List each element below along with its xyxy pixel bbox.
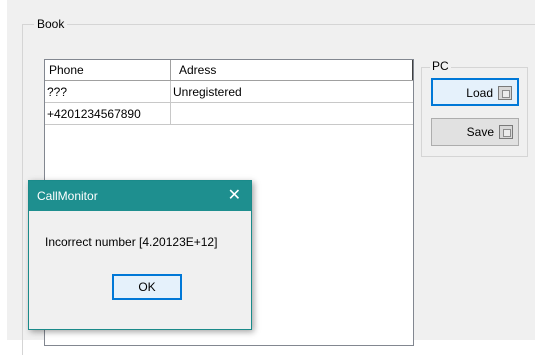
cell-phone: +4201234567890 [45,103,171,125]
load-button-label: Load [466,86,493,100]
ok-button[interactable]: OK [112,274,182,300]
dialog-title: CallMonitor [37,189,98,203]
column-header-phone[interactable]: Phone [45,60,171,80]
cell-phone: ??? [45,81,171,103]
table-row[interactable]: +4201234567890 [45,103,413,125]
cell-address [171,103,413,125]
save-button[interactable]: Save [431,118,519,146]
load-icon [498,86,512,100]
pc-groupbox-label: PC [430,59,451,73]
table-row[interactable]: ??? Unregistered [45,81,413,103]
save-button-label: Save [466,125,494,139]
load-button[interactable]: Load [431,78,519,106]
callmonitor-dialog: CallMonitor ✕ Incorrect number [4.20123E… [28,180,252,330]
book-groupbox-label: Book [34,17,68,31]
close-icon[interactable]: ✕ [228,181,241,211]
dialog-message: Incorrect number [4.20123E+12] [45,235,218,249]
save-icon [499,125,513,139]
column-header-address[interactable]: Adress [171,60,413,80]
cell-address: Unregistered [171,81,413,103]
dialog-titlebar[interactable]: CallMonitor ✕ [29,181,251,211]
listview-header: Phone Adress [45,60,413,81]
window-edge [0,0,7,340]
